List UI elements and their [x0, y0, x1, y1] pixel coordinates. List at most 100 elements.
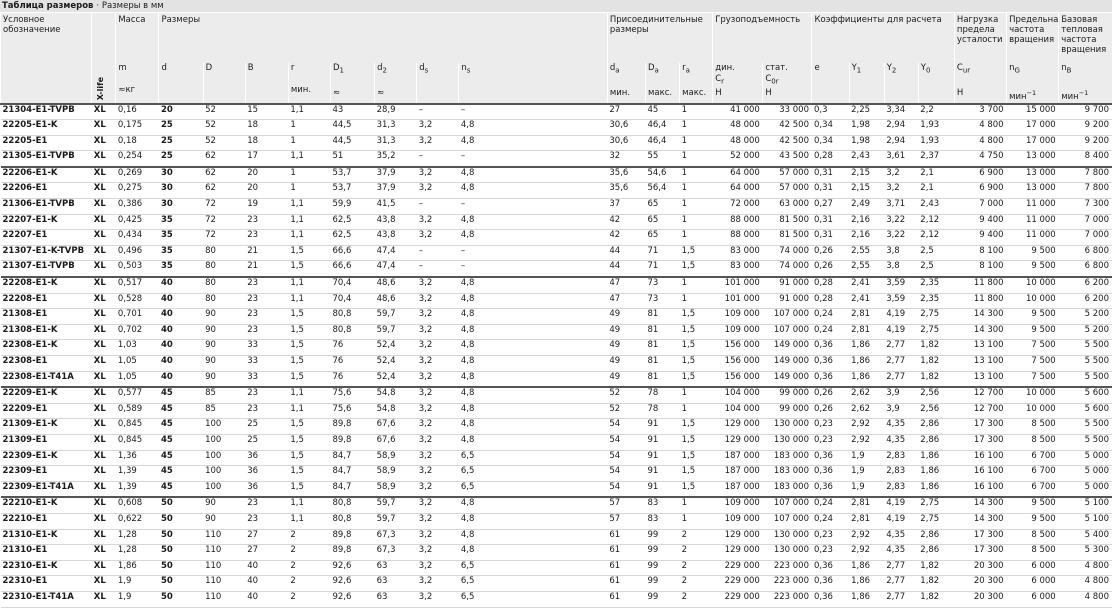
- table-row: 22208-E1XL0,5284080231,170,448,63,24,847…: [1, 293, 1112, 309]
- cell-d2: 37,9: [375, 183, 417, 199]
- cell-ds: 3,2: [417, 356, 459, 372]
- cell-Cr: 187 000: [713, 450, 763, 466]
- cell-D1: 84,7: [330, 481, 374, 497]
- col-d2: d2≈: [375, 63, 417, 104]
- cell-e: 0,24: [812, 513, 849, 529]
- cell-ns: 6,5: [459, 576, 608, 592]
- cell-designation: 22209-E1-K: [1, 387, 92, 403]
- cell-nB: 8 400: [1059, 151, 1112, 167]
- cell-nB: 5 500: [1059, 340, 1112, 356]
- cell-r: 2: [288, 591, 330, 607]
- cell-da: 49: [607, 340, 645, 356]
- cell-xlife: XL: [92, 513, 116, 529]
- cell-r: 2: [288, 545, 330, 561]
- cell-d2: 52,4: [375, 356, 417, 372]
- cell-Y2: 4,35: [884, 545, 918, 561]
- cell-ns: 4,8: [459, 167, 608, 183]
- cell-ns: –: [459, 151, 608, 167]
- cell-e: 0,36: [812, 371, 849, 387]
- cell-D: 100: [203, 450, 245, 466]
- cell-nG: 13 000: [1007, 183, 1059, 199]
- cell-ra: 1,5: [680, 245, 713, 261]
- cell-d2: 52,4: [375, 340, 417, 356]
- header-xlife-top: [92, 13, 116, 63]
- cell-Y0: 1,82: [918, 591, 954, 607]
- cell-mass: 1,39: [116, 481, 159, 497]
- cell-xlife: XL: [92, 403, 116, 419]
- cell-B: 23: [245, 309, 288, 325]
- table-row: 21310-E1-KXL1,285011027289,867,33,24,861…: [1, 529, 1112, 545]
- cell-r: 2: [288, 560, 330, 576]
- cell-Da: 45: [645, 104, 679, 120]
- cell-C0r: 74 000: [763, 261, 812, 277]
- cell-designation: 21310-E1-K: [1, 529, 92, 545]
- cell-e: 0,23: [812, 529, 849, 545]
- cell-C0r: 57 000: [763, 183, 812, 199]
- cell-e: 0,31: [812, 183, 849, 199]
- cell-Cur: 4 800: [954, 135, 1006, 151]
- cell-nB: 5 600: [1059, 403, 1112, 419]
- cell-Cr: 41 000: [713, 104, 763, 120]
- cell-nB: 5 500: [1059, 434, 1112, 450]
- cell-d: 50: [159, 513, 203, 529]
- cell-ns: 4,8: [459, 340, 608, 356]
- cell-Y0: 1,82: [918, 356, 954, 372]
- table-row: 22206-E1-KXL0,269306220153,737,93,24,835…: [1, 167, 1112, 183]
- cell-Da: 83: [645, 513, 679, 529]
- cell-Y0: 1,86: [918, 466, 954, 482]
- header-coefficients: Коэффициенты для расчета: [812, 13, 954, 63]
- cell-Y0: 2,35: [918, 277, 954, 293]
- cell-nG: 6 000: [1007, 576, 1059, 592]
- cell-Cr: 156 000: [713, 356, 763, 372]
- cell-Cr: 129 000: [713, 529, 763, 545]
- cell-mass: 1,28: [116, 545, 159, 561]
- cell-D: 100: [203, 466, 245, 482]
- col-Cr: дин.CrН: [713, 63, 763, 104]
- cell-C0r: 107 000: [763, 324, 812, 340]
- cell-da: 52: [607, 403, 645, 419]
- cell-Da: 65: [645, 199, 679, 215]
- cell-ns: 4,8: [459, 135, 608, 151]
- cell-da: 30,6: [607, 120, 645, 136]
- cell-d: 30: [159, 199, 203, 215]
- cell-e: 0,36: [812, 466, 849, 482]
- cell-xlife: XL: [92, 529, 116, 545]
- cell-nG: 6 700: [1007, 466, 1059, 482]
- cell-nG: 9 500: [1007, 261, 1059, 277]
- cell-Cr: 48 000: [713, 135, 763, 151]
- cell-D1: 84,7: [330, 450, 374, 466]
- cell-r: 1,1: [288, 230, 330, 246]
- cell-D: 100: [203, 419, 245, 435]
- cell-Cur: 4 750: [954, 151, 1006, 167]
- cell-e: 0,26: [812, 403, 849, 419]
- col-nB: nBмин−1: [1059, 63, 1112, 104]
- cell-C0r: 130 000: [763, 545, 812, 561]
- cell-Da: 81: [645, 340, 679, 356]
- cell-mass: 0,622: [116, 513, 159, 529]
- cell-C0r: 99 000: [763, 403, 812, 419]
- cell-Y2: 2,94: [884, 120, 918, 136]
- table-row: 22210-E1-KXL0,6085090231,180,859,73,24,8…: [1, 497, 1112, 513]
- cell-Cr: 109 000: [713, 324, 763, 340]
- cell-Cur: 20 300: [954, 591, 1006, 607]
- cell-mass: 0,275: [116, 183, 159, 199]
- header-limit-speed: Предельная частота вращения: [1007, 13, 1059, 63]
- cell-designation: 21308-E1: [1, 309, 92, 325]
- table-row: 22209-E1-KXL0,5774585231,175,654,83,24,8…: [1, 387, 1112, 403]
- cell-Cur: 17 300: [954, 545, 1006, 561]
- cell-Cr: 48 000: [713, 120, 763, 136]
- cell-C0r: 57 000: [763, 167, 812, 183]
- cell-ra: 1,5: [680, 261, 713, 277]
- cell-ns: 4,8: [459, 387, 608, 403]
- cell-Cr: 187 000: [713, 466, 763, 482]
- cell-Da: 91: [645, 466, 679, 482]
- cell-Cur: 13 100: [954, 340, 1006, 356]
- cell-e: 0,36: [812, 591, 849, 607]
- cell-D1: 89,8: [330, 529, 374, 545]
- cell-designation: 21305-E1-TVPB: [1, 151, 92, 167]
- cell-xlife: XL: [92, 450, 116, 466]
- cell-r: 1,5: [288, 340, 330, 356]
- cell-ns: 4,8: [459, 120, 608, 136]
- cell-Y2: 3,9: [884, 387, 918, 403]
- table-row: 22309-E1-KXL1,3645100361,584,758,93,26,5…: [1, 450, 1112, 466]
